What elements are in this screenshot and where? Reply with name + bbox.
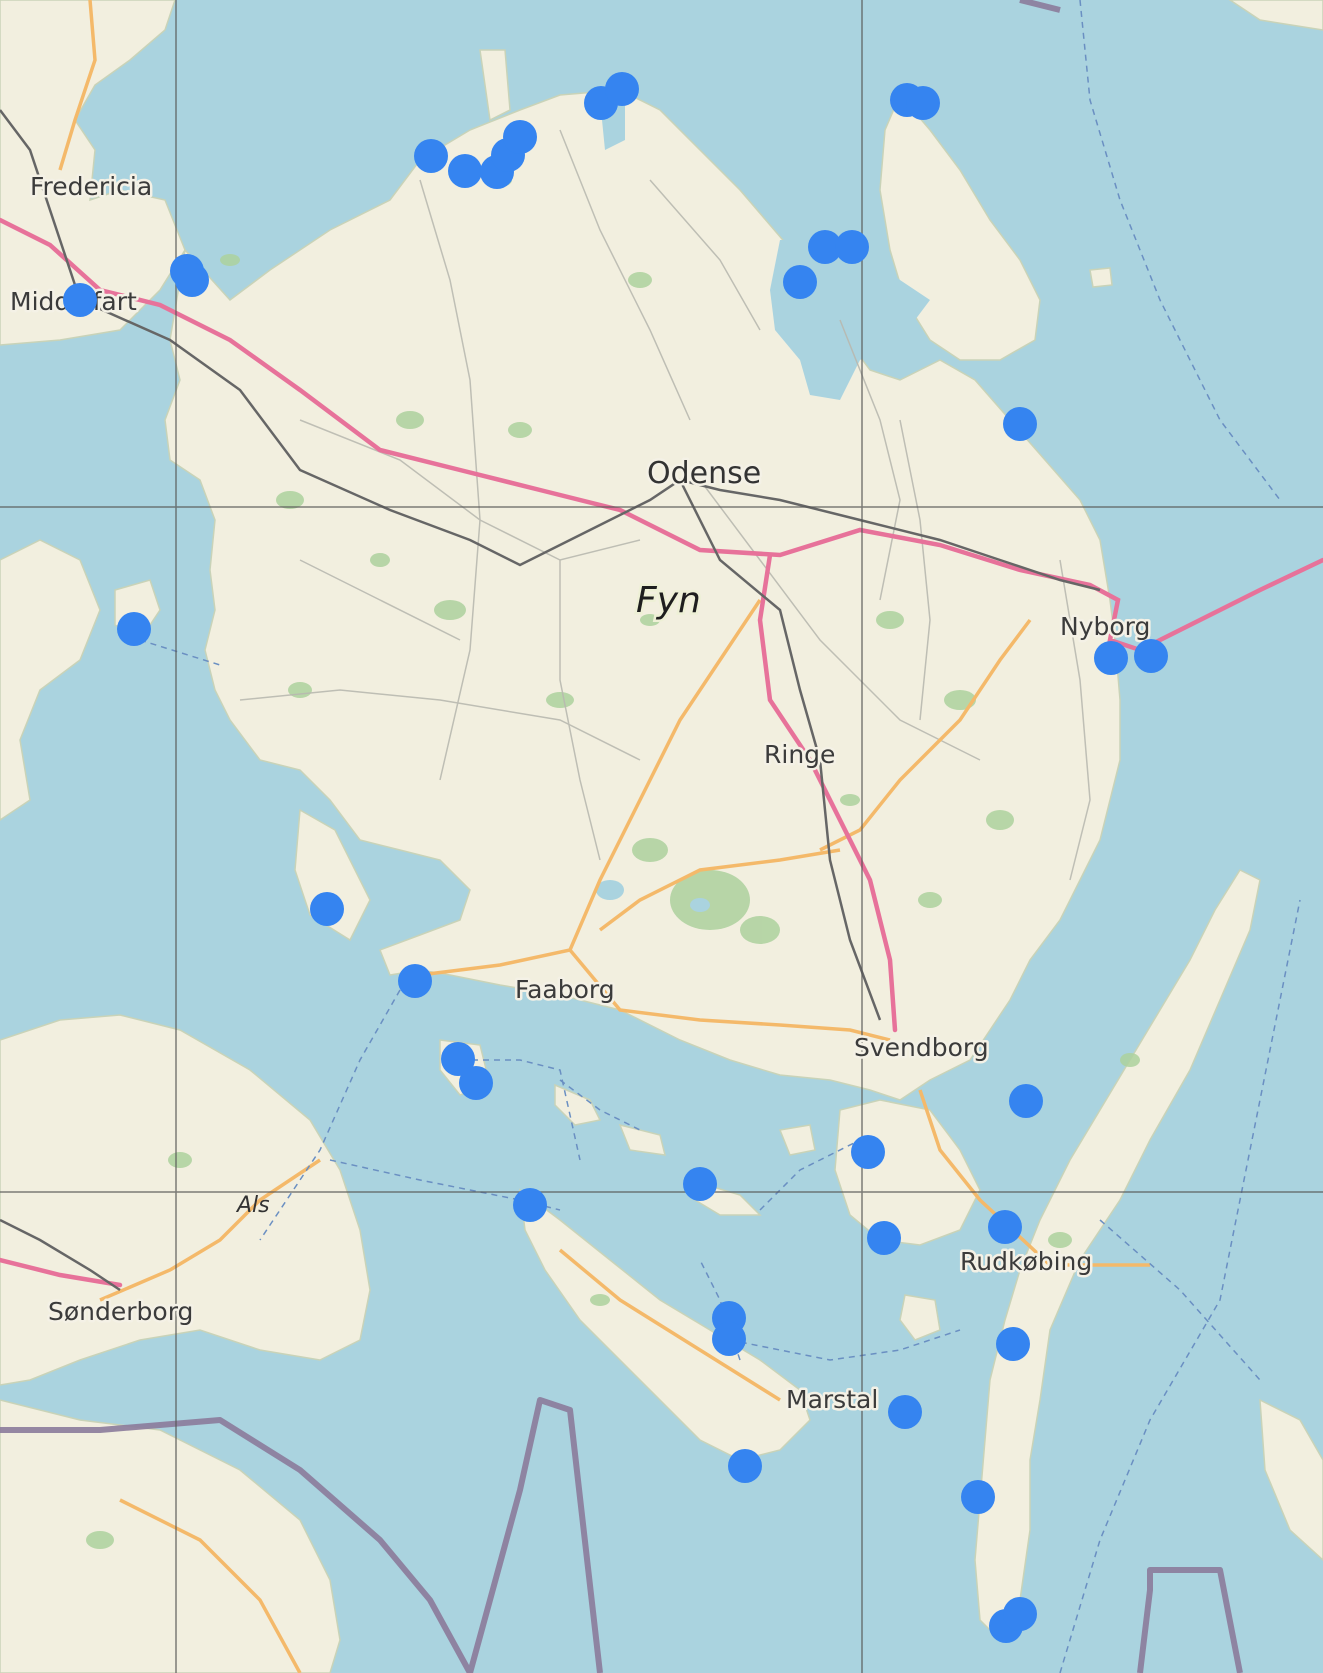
map-marker[interactable] <box>175 263 209 297</box>
city-label-svendborg: Svendborg <box>854 1033 989 1062</box>
city-label-fredericia: Fredericia <box>30 172 152 201</box>
city-label-rudkobing: Rudkøbing <box>960 1247 1092 1276</box>
map-marker[interactable] <box>728 1449 762 1483</box>
map-marker[interactable] <box>712 1322 746 1356</box>
map-marker[interactable] <box>1009 1084 1043 1118</box>
map-marker[interactable] <box>996 1327 1030 1361</box>
map-marker[interactable] <box>1003 1597 1037 1631</box>
map-marker[interactable] <box>117 612 151 646</box>
map-marker[interactable] <box>1134 639 1168 673</box>
island-label-fyn: Fyn <box>636 580 701 621</box>
map-marker[interactable] <box>414 139 448 173</box>
city-label-als: Als <box>235 1193 270 1218</box>
land-island-10 <box>1089 267 1113 288</box>
city-label-odense: Odense <box>647 456 761 491</box>
map-marker[interactable] <box>835 230 869 264</box>
map-canvas[interactable]: Fredericia Middelfart Odense Nyborg Ring… <box>0 0 1323 1673</box>
city-label-ringe: Ringe <box>764 740 835 769</box>
map-marker[interactable] <box>906 86 940 120</box>
map-marker[interactable] <box>961 1480 995 1514</box>
city-label-nyborg: Nyborg <box>1060 612 1150 641</box>
map-marker[interactable] <box>1003 407 1037 441</box>
map-marker[interactable] <box>448 154 482 188</box>
map-marker[interactable] <box>683 1167 717 1201</box>
city-label-marstal: Marstal <box>786 1385 878 1414</box>
map-marker[interactable] <box>988 1210 1022 1244</box>
map-marker[interactable] <box>867 1221 901 1255</box>
map-marker[interactable] <box>459 1066 493 1100</box>
map-marker[interactable] <box>1094 641 1128 675</box>
city-label-sonderborg: Sønderborg <box>48 1297 193 1326</box>
map-marker[interactable] <box>503 120 537 154</box>
map-marker[interactable] <box>851 1135 885 1169</box>
map-marker[interactable] <box>63 283 97 317</box>
map-marker[interactable] <box>398 964 432 998</box>
map-marker[interactable] <box>888 1395 922 1429</box>
map-marker[interactable] <box>783 265 817 299</box>
map-marker[interactable] <box>605 72 639 106</box>
map-marker[interactable] <box>513 1188 547 1222</box>
city-label-faaborg: Faaborg <box>515 975 615 1004</box>
map-marker[interactable] <box>310 892 344 926</box>
